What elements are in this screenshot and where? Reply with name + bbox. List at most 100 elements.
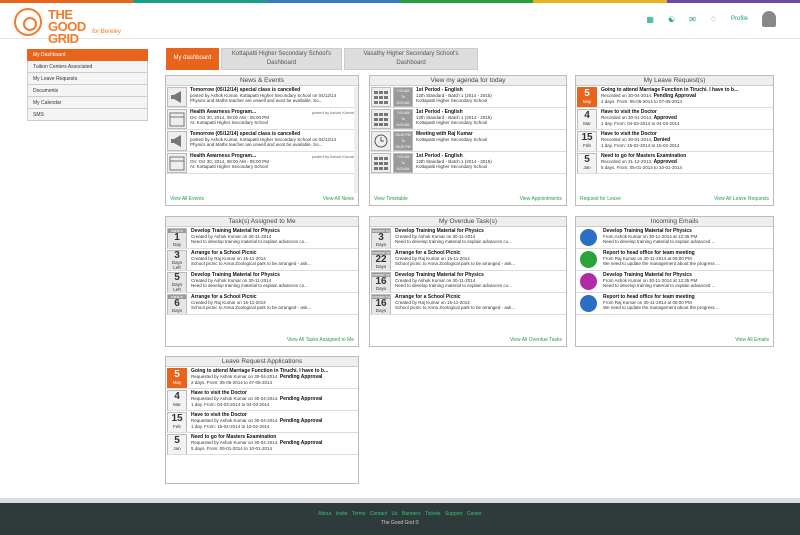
leave-item[interactable]: 5 May Going to attend Marriage Function in… <box>166 367 358 389</box>
timetable-icon <box>371 87 391 107</box>
task-item[interactable]: overdue by 22 Days Arrange for a School Pic… <box>370 249 566 271</box>
item-line: Recorded on 31-12-2013, <box>601 159 653 164</box>
leave-item[interactable]: 15 Feb Have to visit the Doctor Recorded on… <box>576 130 773 152</box>
agenda-item[interactable]: 7:00 AM To 8:00 AM 1st Period - English 12th… <box>370 86 566 108</box>
view-all-news-link[interactable]: View All News <box>323 196 354 202</box>
news-item[interactable]: Health Awarness Program... On: Oct 30, 20… <box>166 152 358 174</box>
item-text: Arrange for a School Picnic Created by Ra… <box>189 249 313 270</box>
item-text: Develop Training Material for Physics Cre… <box>189 271 310 292</box>
leave-item[interactable]: 4 Mar Have to visit the Doctor Requested by… <box>166 389 358 411</box>
item-line: Kottapatti Higher Secondary School <box>416 137 488 142</box>
time-label: 8:00 AM <box>396 123 410 127</box>
dashboard-tab[interactable]: Kottapatti Higher Secondary School's Das… <box>221 48 342 70</box>
user-avatar-icon <box>580 295 597 312</box>
task-item[interactable]: overdue by 16 Days Develop Training Materia… <box>370 271 566 293</box>
avatar[interactable] <box>762 11 776 27</box>
item-text: Develop Training Material for Physics Cre… <box>393 227 514 248</box>
bell-icon[interactable]: ♢ <box>710 15 717 24</box>
item-text: Tomorrow (05/12/14) special class is can… <box>188 130 338 151</box>
request-leave-link[interactable]: Request for Leave <box>580 196 621 202</box>
user-avatar-icon <box>580 251 597 268</box>
item-line: Need to develop training material to exp… <box>191 239 308 244</box>
item-line: Requested by Ashok Kumar on 30-04-2014. <box>191 440 279 445</box>
apps-grid-icon[interactable]: ▦ <box>646 15 654 24</box>
task-item[interactable]: 5 Days Left Develop Training Material for … <box>166 271 358 293</box>
time-label: 8:00 AM <box>396 167 410 171</box>
days-count: 6 <box>174 298 180 309</box>
dashboard-tab[interactable]: Vasathy Higher Secondary School's Dashbo… <box>344 48 478 70</box>
agenda-item[interactable]: 7:00 AM To 8:00 AM 1st Period - English 12th… <box>370 152 566 174</box>
days-count: 1 <box>174 232 180 243</box>
view-all-emails-link[interactable]: View All Emails <box>735 337 769 343</box>
item-text: Develop Training Material for Physics Fro… <box>601 227 717 248</box>
dashboard-tab[interactable]: My dashboard <box>166 48 219 70</box>
footer-links[interactable]: About Invite Terms Contact Us Banners Ti… <box>0 503 800 517</box>
task-item[interactable]: starts in 1 Day Develop Training Material f… <box>166 227 358 249</box>
sidebar-item[interactable]: Documents <box>27 85 148 97</box>
sidebar-item[interactable]: Tuition Centers Associated <box>27 61 148 73</box>
view-timetable-link[interactable]: View Timetable <box>374 196 408 202</box>
sidebar-item[interactable]: My Leave Requests <box>27 73 148 85</box>
date-month: Mar <box>173 402 181 407</box>
email-item[interactable]: Report to head office for team meeting Fr… <box>576 293 773 315</box>
leave-item[interactable]: 5 May Going to attend Marriage Function in… <box>576 86 773 108</box>
megaphone-icon <box>167 131 187 151</box>
overdue-tasks-panel: My Overdue Task(s) overdue by 3 Days Develo… <box>369 216 567 347</box>
item-text: Report to head office for team meeting Fr… <box>601 293 722 314</box>
task-item[interactable]: 3 Days Left Arrange for a School Picnic Cre… <box>166 249 358 271</box>
email-item[interactable]: Develop Training Material for Physics Fro… <box>576 271 773 293</box>
item-text: Arrange for a School Picnic Created by Ra… <box>393 293 517 314</box>
item-text: Develop Training Material for Physics Cre… <box>189 227 310 248</box>
footer: About Invite Terms Contact Us Banners Ti… <box>0 503 800 535</box>
users-icon[interactable]: ☯ <box>668 15 675 24</box>
date-badge: 5 Jan <box>577 153 597 173</box>
item-line: School picnic to Anna Zoological park to… <box>395 305 516 310</box>
calendar-icon <box>167 153 187 173</box>
agenda-item[interactable]: 06:00 PM To 06:30 PM Meeting with Raj Kumar… <box>370 130 566 152</box>
item-text: Develop Training Material for Physics Cre… <box>393 271 514 292</box>
leave-item[interactable]: 4 Mar Have to visit the Doctor Recorded on … <box>576 108 773 130</box>
days-count: 3 <box>378 232 384 243</box>
leave-item[interactable]: 5 Jan Need to go for Masters Examination Re… <box>166 433 358 455</box>
task-item[interactable]: starts in 6 Days Arrange for a School Picni… <box>166 293 358 315</box>
top-bar: THE GOOD GRID for Bereley ▦ ☯ ✉ ♢ Profil… <box>0 3 800 45</box>
email-item[interactable]: Develop Training Material for Physics Fro… <box>576 227 773 249</box>
days-unit: Days Left <box>171 260 183 270</box>
news-item[interactable]: Tomorrow (05/12/14) special class is can… <box>166 86 358 108</box>
item-line: Requested by Ashok Kumar on 30-04-2014. <box>191 374 279 379</box>
sidebar-item[interactable]: My Calendar <box>27 97 148 109</box>
scrollbar[interactable] <box>354 87 358 193</box>
view-appointments-link[interactable]: View Appointments <box>520 196 562 202</box>
leave-item[interactable]: 5 Jan Need to go for Masters Examination Re… <box>576 152 773 174</box>
view-all-leave-link[interactable]: View All Leave Requests <box>714 196 769 202</box>
item-text: Need to go for Masters Examination Record… <box>599 152 688 173</box>
mail-icon[interactable]: ✉ <box>689 15 696 24</box>
item-text: Meeting with Raj Kumar Kottapatti Higher … <box>414 130 489 151</box>
logo-icon <box>14 8 42 36</box>
email-item[interactable]: Report to head office for team meeting Fr… <box>576 249 773 271</box>
panel-title: My Leave Request(s) <box>576 76 773 86</box>
profile-link[interactable]: Profile <box>731 16 748 22</box>
task-item[interactable]: overdue by 3 Days Develop Training Material… <box>370 227 566 249</box>
leave-item[interactable]: 15 Feb Have to visit the Doctor Requested b… <box>166 411 358 433</box>
item-line: Need to develop training material to exp… <box>603 239 716 244</box>
item-line: Kottapatti Higher Secondary School <box>416 164 488 169</box>
item-line: Kottapatti Higher Secondary School <box>416 120 488 125</box>
task-item[interactable]: overdue by 16 Days Arrange for a School Pic… <box>370 293 566 315</box>
agenda-item[interactable]: 7:00 AM To 8:00 AM 1st Period - English 12th… <box>370 108 566 130</box>
view-all-events-link[interactable]: View All Events <box>170 196 204 202</box>
sidebar-item[interactable]: My Dashboard <box>27 49 148 61</box>
item-text: 1st Period - English 12th Standard - Batc… <box>414 108 494 129</box>
view-all-tasks-link[interactable]: View All Tasks Assigned to Me <box>287 337 354 343</box>
news-item[interactable]: Health Awarness Program... On: Oct 30, 20… <box>166 108 358 130</box>
days-count: 22 <box>375 254 387 265</box>
sidebar-item[interactable]: SMS <box>27 109 148 121</box>
time-range: 7:00 AM To 8:00 AM <box>393 109 413 129</box>
news-events-panel: News & Events Tomorrow (05/12/14) specia… <box>165 75 359 206</box>
view-all-overdue-link[interactable]: View All Overdue Tasks <box>510 337 562 343</box>
time-label: 06:30 PM <box>395 145 411 149</box>
item-line: 1 day. From: 15-02-2014 to 15-02-2014 <box>601 143 680 148</box>
status-label: Pending Approval <box>279 440 323 446</box>
date-month: May <box>172 380 182 385</box>
news-item[interactable]: Tomorrow (05/12/14) special class is can… <box>166 130 358 152</box>
